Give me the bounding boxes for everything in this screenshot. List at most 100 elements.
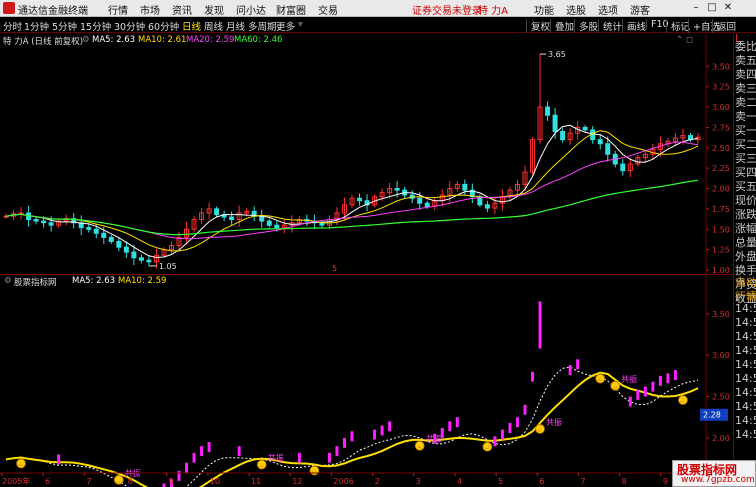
- candle-body: [146, 259, 152, 263]
- signal-smiley-face: ◡: [259, 463, 263, 469]
- user-guest[interactable]: 游客: [630, 2, 650, 17]
- ind-spike-bar: [636, 389, 640, 400]
- menu-xuanxiang[interactable]: 选项: [598, 2, 618, 17]
- ind-spike-bar: [388, 421, 392, 432]
- ind-spike-bar: [500, 429, 504, 440]
- candle-body: [582, 126, 588, 131]
- candle-body: [259, 215, 265, 222]
- candle-body: [545, 106, 551, 116]
- period-15min[interactable]: 15分钟: [80, 19, 111, 33]
- low-price-label: 1.05: [159, 262, 177, 271]
- ind-spike-bar: [576, 359, 580, 370]
- event-marker: 5: [332, 264, 337, 273]
- login-status[interactable]: 证券交易未登录: [412, 2, 482, 17]
- candle-body: [605, 143, 611, 155]
- x-axis-tick-label: 6: [45, 477, 50, 486]
- maximize-icon[interactable]: □: [706, 2, 718, 14]
- ind-spike-bar: [568, 365, 572, 376]
- x-axis-tick-label: 9: [663, 477, 668, 486]
- main-y-tick-label: 1.25: [712, 246, 730, 255]
- draw-line-button[interactable]: 画线: [622, 19, 646, 33]
- signal-smiley-face: ◡: [312, 469, 316, 475]
- menu-shichang[interactable]: 市场: [140, 2, 160, 17]
- ind-spike-bar: [515, 417, 519, 428]
- ind-spike-bar: [373, 429, 377, 440]
- candle-body: [462, 183, 468, 191]
- menu-hangqing[interactable]: 行情: [108, 2, 128, 17]
- menu-jiaoyi[interactable]: 交易: [318, 2, 338, 17]
- candle-body: [116, 240, 122, 248]
- candle-body: [484, 204, 490, 209]
- main-y-tick-label: 3.25: [712, 83, 730, 92]
- signal-smiley-face: ◡: [485, 445, 489, 451]
- period-more[interactable]: 更多: [276, 19, 295, 33]
- period-monthly[interactable]: 月线: [226, 19, 245, 33]
- ind-spike-bar: [350, 431, 354, 442]
- main-y-tick-label: 3.00: [712, 103, 730, 112]
- chevron-down-icon[interactable]: ▾: [298, 19, 303, 30]
- sidebar-time-item: 14:56: [735, 344, 756, 357]
- signal-resonance-label: 共振: [621, 374, 637, 384]
- fuquan-button[interactable]: 复权: [526, 19, 550, 33]
- candle-body: [229, 216, 235, 220]
- period-multi[interactable]: 多周期: [248, 19, 277, 33]
- indicator-panel[interactable]: ⚙ 股票指标网 MA5: 2.63 MA10: 2.59 3.50 3.00 2.5…: [0, 275, 732, 487]
- x-axis-tick-label: 4: [457, 477, 462, 486]
- menu-xuangu[interactable]: 选股: [566, 2, 586, 17]
- main-chart-svg: 3.50 3.25 3.00 2.75 2.50 2.25 2.00 1.75 1.50 1.25…: [3, 34, 730, 274]
- menu-caifuquan[interactable]: 财富圈: [276, 2, 306, 17]
- close-icon[interactable]: ✕: [722, 2, 734, 14]
- ind-spike-bar: [237, 446, 241, 457]
- period-1min[interactable]: 1分钟: [24, 19, 49, 33]
- period-fenshi[interactable]: 分时: [3, 19, 22, 33]
- period-30min[interactable]: 30分钟: [114, 19, 145, 33]
- site-watermark: 股票指标网 www.7gpzb.com: [672, 460, 756, 487]
- statistics-button[interactable]: 统计: [598, 19, 622, 33]
- signal-smiley-face: ◡: [538, 427, 542, 433]
- sidebar-time-item: 14:56: [735, 400, 756, 413]
- ind-spike-bar: [448, 421, 452, 432]
- period-daily[interactable]: 日线: [182, 19, 201, 33]
- menu-zixun[interactable]: 资讯: [172, 2, 192, 17]
- candle-body: [101, 232, 107, 238]
- minimize-icon[interactable]: –: [690, 2, 702, 14]
- period-toolbar: 分时 1分钟 5分钟 15分钟 30分钟 60分钟 日线 周线 月线 多周期 更…: [0, 18, 756, 33]
- menu-faxian[interactable]: 发现: [204, 2, 224, 17]
- high-price-label: 3.65: [548, 50, 566, 59]
- sidebar-time-item: 14:56: [735, 330, 756, 343]
- ind-spike-bar: [162, 483, 166, 487]
- x-axis-tick-label: 3: [416, 477, 421, 486]
- ind-spike-bar: [673, 370, 677, 380]
- candle-body: [597, 139, 603, 145]
- x-axis-tick-label: 8: [128, 477, 133, 486]
- x-axis-tick-label: 7: [86, 477, 91, 486]
- main-kline-chart[interactable]: 特 力A (日线 前复权) ⚙ MA5: 2.63 MA10: 2.61 MA2…: [0, 34, 732, 274]
- ind-ma10-line: [5, 371, 699, 487]
- period-60min[interactable]: 60分钟: [148, 19, 179, 33]
- mark-button[interactable]: 标记: [666, 19, 690, 33]
- back-button[interactable]: 返回: [712, 19, 736, 33]
- period-5min[interactable]: 5分钟: [52, 19, 77, 33]
- sidebar-time-item: 14:56: [735, 414, 756, 427]
- overlay-button[interactable]: 叠加: [550, 19, 574, 33]
- period-weekly[interactable]: 周线: [204, 19, 223, 33]
- menu-gongneng[interactable]: 功能: [534, 2, 554, 17]
- sidebar-time-item: 14:56: [735, 302, 756, 315]
- x-axis-tick-label: 2006: [333, 477, 353, 486]
- stock-name-title: 特 力A: [478, 6, 509, 17]
- candle-body: [424, 202, 430, 207]
- ind-spike-bar: [658, 375, 662, 386]
- signal-resonance-label: 共振: [426, 434, 442, 444]
- ind-spike-bar: [57, 454, 61, 465]
- candle-body: [123, 246, 129, 253]
- candle-body: [138, 257, 144, 261]
- x-axis-tick-label: 5: [498, 477, 503, 486]
- signal-smiley-face: ◡: [598, 377, 602, 383]
- ind-spike-bar: [380, 425, 384, 436]
- menu-wenxiaoda[interactable]: 问小达: [236, 2, 266, 17]
- candle-body: [560, 130, 566, 141]
- multi-stock-button[interactable]: 多股: [574, 19, 598, 33]
- ind-spike-bar: [651, 381, 655, 392]
- candle-body: [33, 218, 39, 222]
- candle-body: [266, 220, 272, 226]
